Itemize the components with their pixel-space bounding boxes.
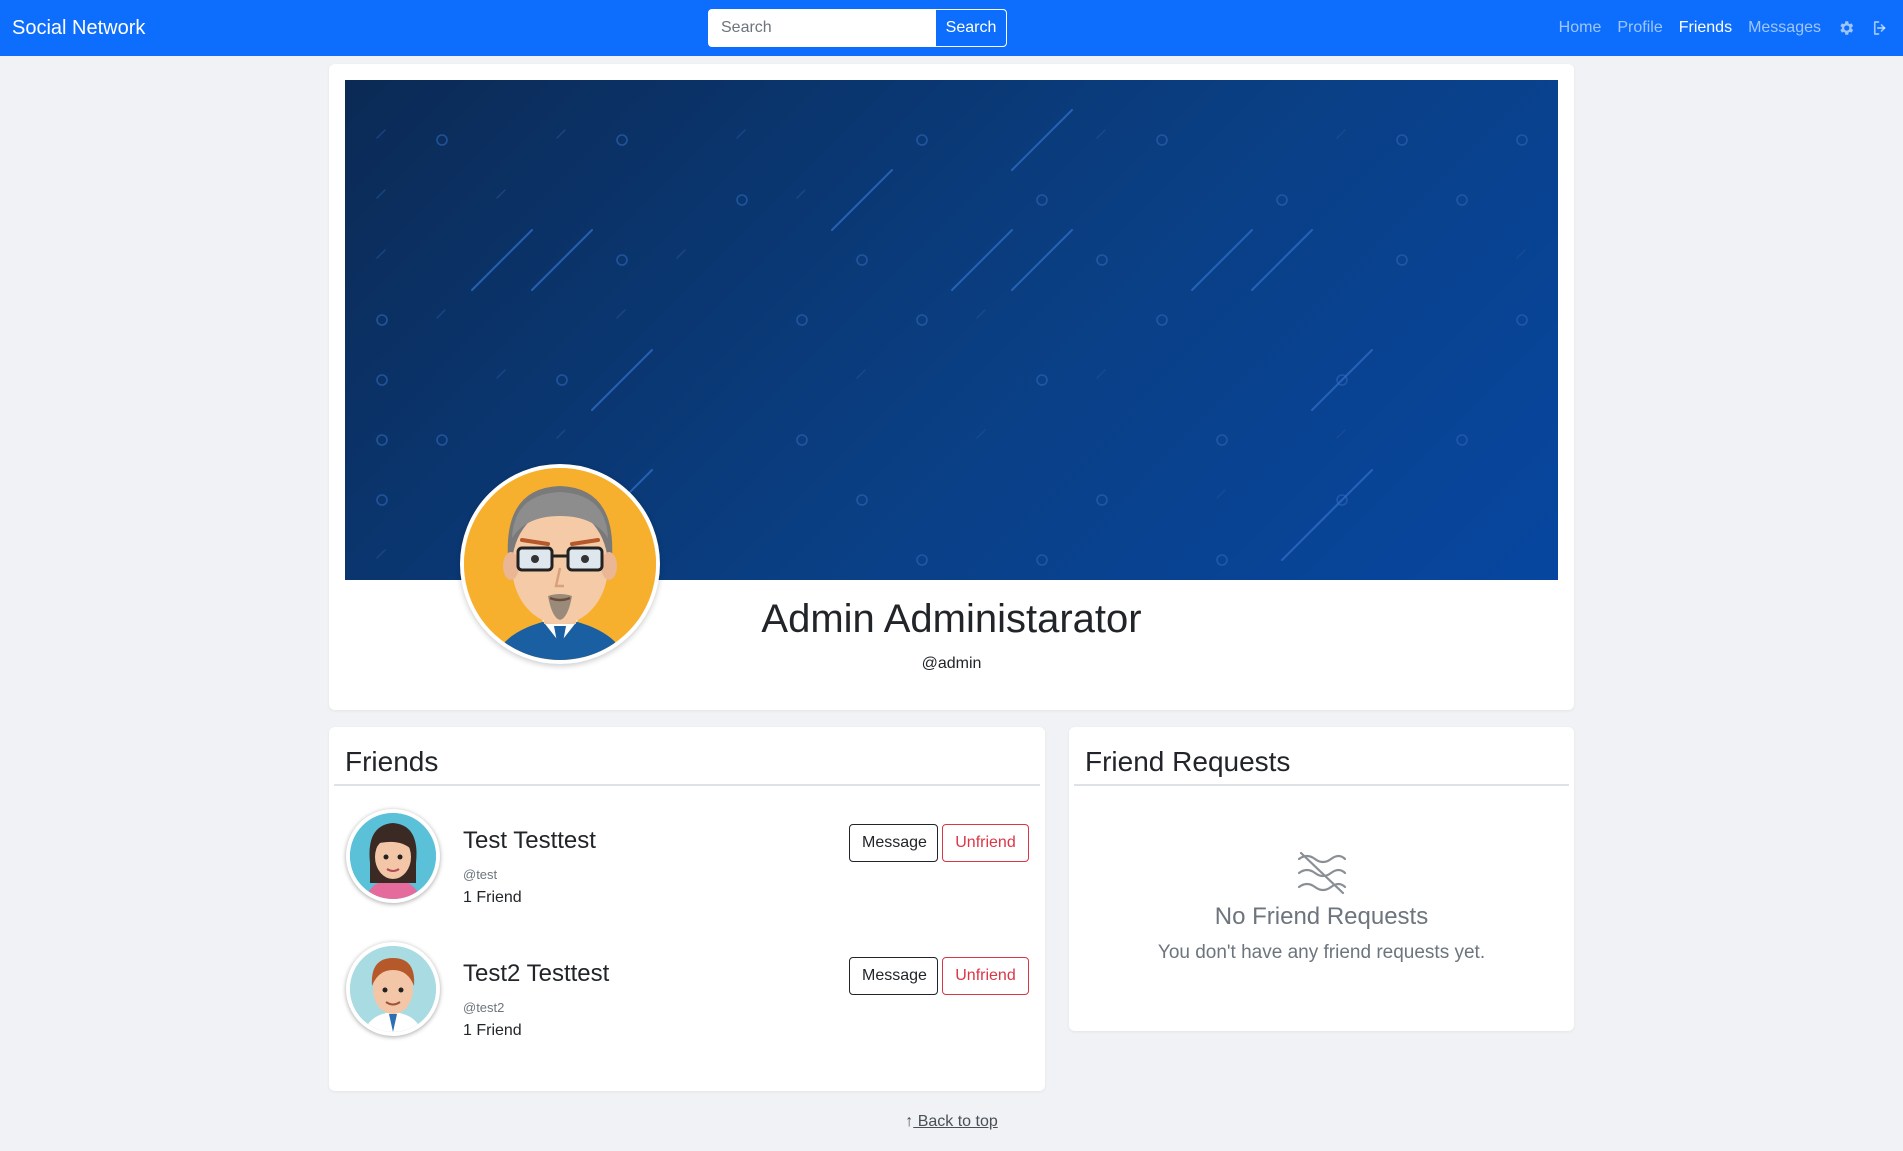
no-connection-icon <box>1295 851 1349 895</box>
nav-links: Home Profile Friends Messages <box>1543 0 1889 56</box>
nav-link-home[interactable]: Home <box>1559 19 1602 37</box>
nav-link-profile[interactable]: Profile <box>1617 19 1662 37</box>
friends-card: Friends Test Testtest @test 1 Friend Mes… <box>329 727 1045 1091</box>
unfriend-button[interactable]: Unfriend <box>942 957 1029 995</box>
requests-divider <box>1074 784 1569 786</box>
requests-title: Friend Requests <box>1085 746 1291 777</box>
profile-handle: @admin <box>921 655 982 672</box>
friend-count: 1 Friend <box>463 1022 522 1039</box>
friend-item: Test2 Testtest @test2 1 Friend Message U… <box>329 942 1045 1042</box>
nav-link-messages[interactable]: Messages <box>1748 19 1821 37</box>
friend-avatar-man[interactable] <box>346 942 440 1036</box>
empty-state-text: You don't have any friend requests yet. <box>1157 942 1486 963</box>
search-input[interactable] <box>708 9 935 47</box>
search-button[interactable]: Search <box>935 9 1007 47</box>
friends-divider <box>334 784 1040 786</box>
friend-name[interactable]: Test2 Testtest <box>463 960 609 988</box>
friends-title: Friends <box>345 746 439 777</box>
logout-icon[interactable] <box>1871 19 1889 37</box>
gear-icon[interactable] <box>1837 19 1855 37</box>
nav-link-friends[interactable]: Friends <box>1679 19 1732 37</box>
profile-name: Admin Administarator <box>761 597 1142 641</box>
friend-handle: @test <box>463 867 498 882</box>
brand-logo[interactable]: Social Network <box>12 17 145 40</box>
empty-state-title: No Friend Requests <box>1214 903 1429 930</box>
friend-item: Test Testtest @test 1 Friend Message Unf… <box>329 809 1045 909</box>
profile-card: Admin Administarator @admin <box>329 64 1574 710</box>
friend-handle: @test2 <box>463 1000 505 1015</box>
back-to-top-link[interactable]: Back to top <box>913 1113 998 1130</box>
unfriend-button[interactable]: Unfriend <box>942 824 1029 862</box>
navbar: Social Network Search Home Profile Frien… <box>0 0 1903 56</box>
friend-requests-card: Friend Requests No Friend Requests You d… <box>1069 727 1574 1031</box>
back-to-top: ↑ Back to top <box>0 1113 1903 1131</box>
friend-count: 1 Friend <box>463 889 522 906</box>
friend-avatar-woman[interactable] <box>346 809 440 903</box>
friend-name[interactable]: Test Testtest <box>463 827 596 855</box>
message-button[interactable]: Message <box>849 957 938 995</box>
search-form: Search <box>708 9 1007 47</box>
message-button[interactable]: Message <box>849 824 938 862</box>
